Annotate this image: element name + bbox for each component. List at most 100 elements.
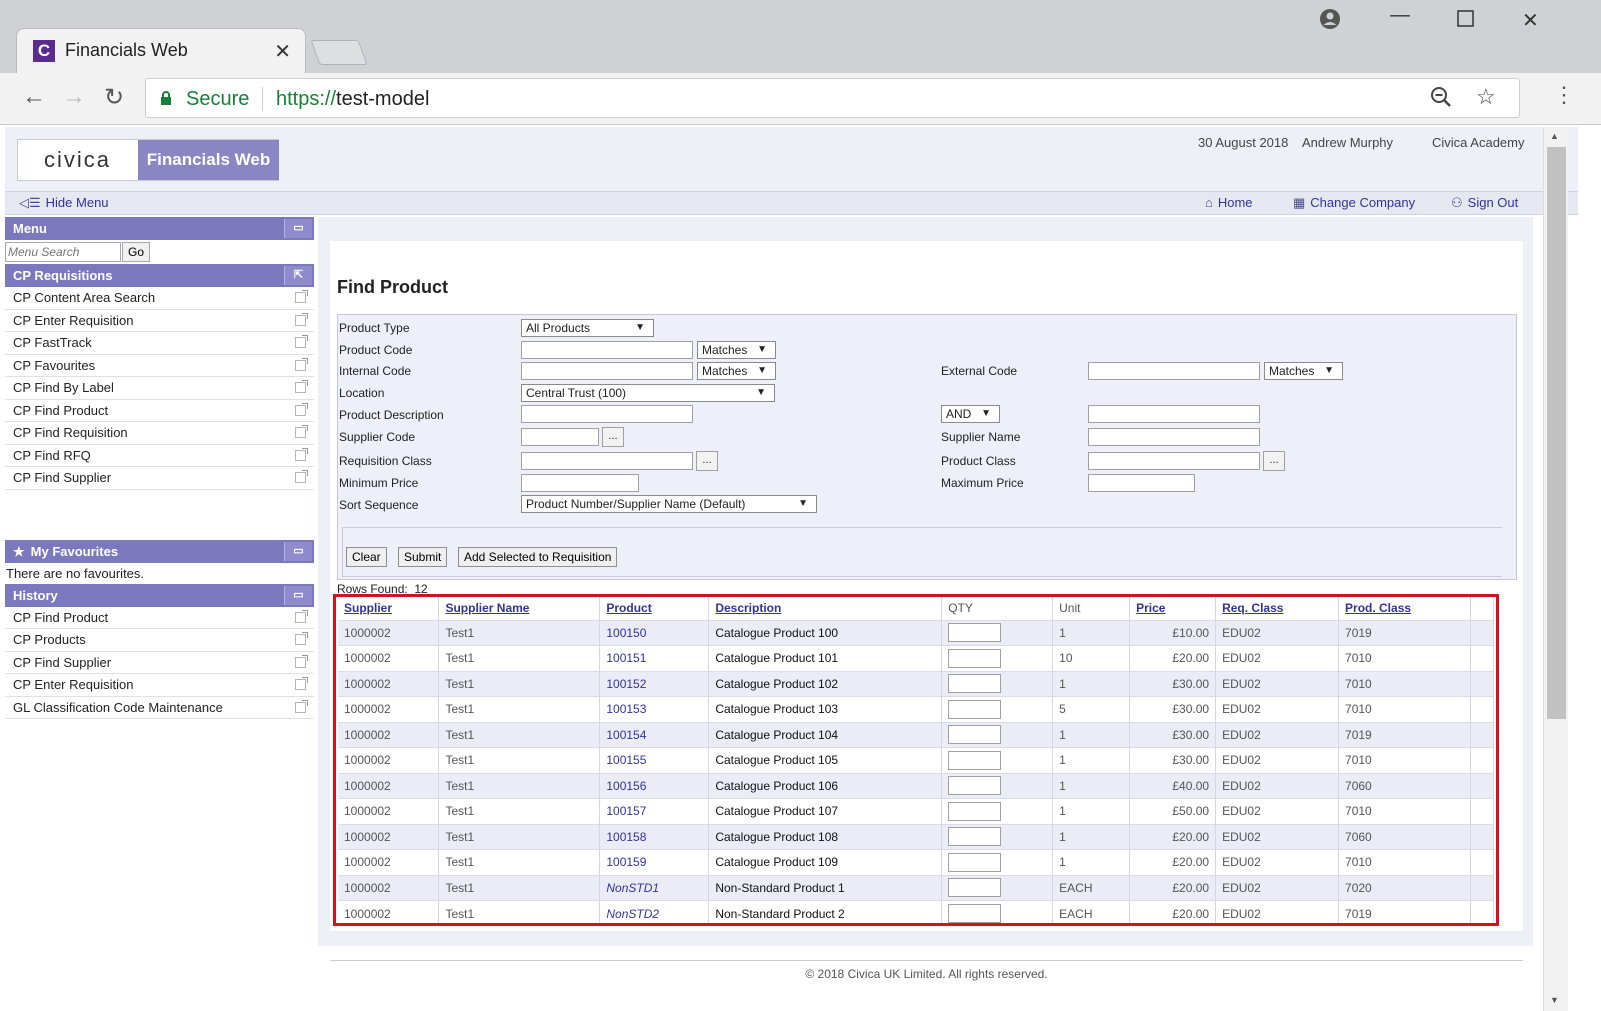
supplier-code-input[interactable]: [521, 428, 599, 446]
requisitions-menu-item[interactable]: CP Favourites: [5, 355, 314, 377]
panel-toggle-icon[interactable]: ▭: [284, 585, 312, 605]
open-external-icon[interactable]: [295, 699, 308, 713]
open-external-icon[interactable]: [295, 470, 308, 483]
internal-code-match-select[interactable]: Matches ▼: [697, 362, 776, 380]
home-link[interactable]: ⌂ Home: [1205, 195, 1253, 210]
submit-button[interactable]: Submit: [398, 547, 448, 567]
history-item-label: GL Classification Code Maintenance: [13, 699, 223, 715]
requisitions-menu-item[interactable]: CP Content Area Search: [5, 287, 314, 310]
zoom-icon[interactable]: [1430, 86, 1452, 114]
address-bar[interactable]: Secure https://test-model ☆: [145, 78, 1520, 118]
product-class-input[interactable]: [1088, 452, 1260, 470]
supplier-code-lookup-button[interactable]: ...: [602, 427, 624, 447]
label-location: Location: [339, 386, 385, 400]
external-code-match-select[interactable]: Matches ▼: [1264, 362, 1343, 380]
description-operator-select[interactable]: AND ▼: [941, 405, 1000, 423]
browser-tab[interactable]: C Financials Web ✕: [16, 28, 306, 73]
dropdown-arrow-icon: ▼: [757, 344, 767, 355]
minimum-price-input[interactable]: [521, 474, 639, 492]
history-item[interactable]: CP Find Product: [5, 607, 314, 629]
supplier-name-input[interactable]: [1088, 428, 1260, 446]
requisitions-menu-item[interactable]: CP Enter Requisition: [5, 310, 314, 332]
requisitions-menu-item[interactable]: CP Find Product: [5, 400, 314, 422]
open-external-icon[interactable]: [295, 335, 308, 348]
requisitions-menu-item-label: CP Find Product: [13, 402, 109, 418]
menu-search-input[interactable]: [5, 242, 121, 262]
history-item[interactable]: CP Products: [5, 629, 314, 652]
menu-search-go-button[interactable]: Go: [122, 242, 150, 262]
product-type-select[interactable]: All Products ▼: [521, 319, 654, 337]
product-class-lookup-button[interactable]: ...: [1263, 451, 1285, 471]
label-minimum-price: Minimum Price: [339, 476, 419, 490]
history-panel-title: History: [13, 587, 58, 603]
dropdown-arrow-icon: ▼: [1324, 365, 1334, 376]
open-external-icon[interactable]: [295, 632, 308, 645]
history-item[interactable]: CP Find Supplier: [5, 652, 314, 674]
forward-icon[interactable]: →: [62, 83, 86, 111]
panel-popout-icon[interactable]: ⇱: [284, 266, 312, 285]
app-logo[interactable]: civica Financials Web: [17, 139, 279, 181]
hide-menu-link[interactable]: ◁☰ Hide Menu: [19, 195, 109, 211]
open-external-icon[interactable]: [295, 609, 308, 623]
bookmark-star-icon[interactable]: ☆: [1476, 84, 1496, 110]
hide-menu-icon: ◁☰: [19, 195, 41, 210]
window-close-icon[interactable]: ✕: [1522, 8, 1539, 33]
change-company-label: Change Company: [1310, 195, 1416, 210]
label-product-description: Product Description: [339, 408, 444, 422]
requisition-class-lookup-button[interactable]: ...: [696, 451, 718, 471]
sort-sequence-select[interactable]: Product Number/Supplier Name (Default) ▼: [521, 495, 817, 513]
back-icon[interactable]: ←: [22, 83, 46, 111]
requisitions-menu-item-label: CP Find Supplier: [13, 470, 112, 485]
panel-toggle-icon[interactable]: ▭: [284, 219, 312, 238]
sign-out-link[interactable]: ⚇ Sign Out: [1451, 195, 1518, 211]
requisitions-menu-item[interactable]: CP FastTrack: [5, 332, 314, 355]
open-external-icon[interactable]: [295, 425, 308, 438]
maximum-price-input[interactable]: [1088, 474, 1195, 492]
new-tab-button[interactable]: [310, 40, 368, 65]
requisition-class-input[interactable]: [521, 452, 693, 470]
profile-icon[interactable]: [1319, 8, 1341, 36]
page-scrollbar[interactable]: ▲ ▼: [1543, 127, 1568, 1011]
requisitions-menu-item[interactable]: CP Find Requisition: [5, 422, 314, 445]
history-item-label: CP Enter Requisition: [13, 677, 134, 692]
maximize-icon[interactable]: [1457, 10, 1474, 33]
scrollbar-thumb[interactable]: [1547, 147, 1566, 719]
scroll-up-icon[interactable]: ▲: [1550, 131, 1559, 141]
browser-menu-icon[interactable]: ⋮: [1553, 82, 1575, 108]
reload-icon[interactable]: ↻: [104, 83, 124, 112]
close-tab-icon[interactable]: ✕: [274, 39, 291, 64]
minimize-icon[interactable]: —: [1390, 4, 1410, 27]
url-host: test-model: [336, 88, 430, 110]
history-list: CP Find Product CP Products CP Find Suppli…: [5, 607, 314, 719]
history-item[interactable]: GL Classification Code Maintenance: [5, 697, 314, 719]
user-signout-icon: ⚇: [1451, 195, 1463, 210]
open-external-icon[interactable]: [295, 312, 308, 326]
location-select[interactable]: Central Trust (100) ▼: [521, 384, 775, 402]
open-external-icon[interactable]: [295, 380, 308, 393]
requisitions-menu-item[interactable]: CP Find Supplier: [5, 467, 314, 490]
product-code-input[interactable]: [521, 341, 693, 359]
open-external-icon[interactable]: [295, 290, 308, 303]
requisitions-menu-item-label: CP Find Requisition: [13, 425, 128, 440]
open-external-icon[interactable]: [295, 447, 308, 461]
product-description-input[interactable]: [521, 405, 693, 423]
open-external-icon[interactable]: [295, 677, 308, 690]
change-company-link[interactable]: ▦ Change Company: [1293, 195, 1415, 211]
add-selected-to-requisition-button[interactable]: Add Selected to Requisition: [458, 547, 618, 567]
open-external-icon[interactable]: [295, 357, 308, 371]
requisitions-menu-item-label: CP Enter Requisition: [13, 312, 134, 328]
external-code-input[interactable]: [1088, 362, 1260, 380]
scroll-down-icon[interactable]: ▼: [1550, 995, 1559, 1005]
clear-button[interactable]: Clear: [346, 547, 387, 567]
description-second-input[interactable]: [1088, 405, 1260, 423]
history-item[interactable]: CP Enter Requisition: [5, 674, 314, 697]
panel-toggle-icon[interactable]: ▭: [284, 541, 312, 561]
open-external-icon[interactable]: [295, 402, 308, 416]
open-external-icon[interactable]: [295, 654, 308, 668]
product-code-match-select[interactable]: Matches ▼: [697, 341, 776, 359]
internal-code-input[interactable]: [521, 362, 693, 380]
requisitions-menu-item[interactable]: CP Find RFQ: [5, 445, 314, 467]
sidebar: Menu ▭ Go CP Requisitions ⇱ CP Content A…: [5, 217, 314, 719]
requisitions-menu-item[interactable]: CP Find By Label: [5, 377, 314, 400]
